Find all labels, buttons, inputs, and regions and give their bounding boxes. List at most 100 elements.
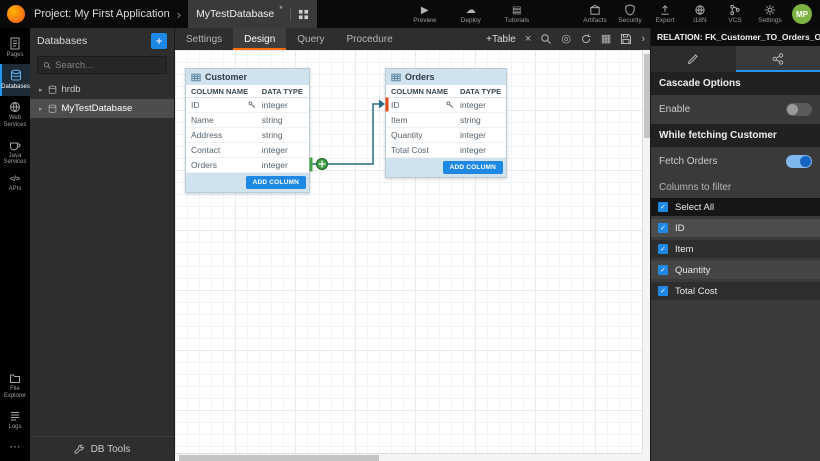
checkbox-icon[interactable]: ✓ <box>658 265 668 275</box>
rail-label: APIs <box>9 186 22 193</box>
file-explorer-folder-icon <box>9 372 21 384</box>
save-icon[interactable] <box>620 33 632 45</box>
design-area: Settings Design Query Procedure +Table ×… <box>175 28 650 461</box>
security-button[interactable]: Security <box>617 4 643 24</box>
chevron-right-icon[interactable]: ▸ <box>39 105 43 113</box>
enable-toggle[interactable] <box>786 103 812 116</box>
refresh-icon[interactable] <box>580 33 592 45</box>
table-row-contact[interactable]: Contact integer <box>186 143 309 158</box>
data-type-header: DATA TYPE <box>458 87 506 96</box>
rail-label: Logs <box>8 424 21 431</box>
grid-view-icon[interactable] <box>298 9 309 20</box>
deploy-icon: ☁ <box>466 5 476 16</box>
export-button[interactable]: Export <box>652 4 678 24</box>
vcs-button[interactable]: VCS <box>722 4 748 24</box>
open-database-tab[interactable]: MyTestDatabase * <box>188 0 317 28</box>
tutorials-button[interactable]: ▤ Tutorials <box>504 5 530 24</box>
more-options-icon[interactable]: ⋯ <box>10 436 21 457</box>
artifacts-icon <box>589 4 601 16</box>
add-database-button[interactable]: + <box>151 33 167 49</box>
scrollbar-corner <box>642 453 650 461</box>
artifacts-button[interactable]: Artifacts <box>582 4 608 24</box>
filter-label: Total Cost <box>675 286 717 297</box>
entity-columns-header: COLUMN NAME DATA TYPE <box>186 85 309 98</box>
i18n-globe-icon <box>694 4 706 16</box>
horizontal-scrollbar[interactable] <box>175 453 642 461</box>
tab-design[interactable]: Design <box>233 28 286 50</box>
chevron-right-icon[interactable]: ▸ <box>39 86 43 94</box>
db-tools-label: DB Tools <box>91 444 131 455</box>
tab-procedure[interactable]: Procedure <box>336 28 404 50</box>
table-row-name[interactable]: Name string <box>186 113 309 128</box>
horizontal-scrollbar-thumb[interactable] <box>179 455 379 461</box>
filter-row-select-all[interactable]: ✓ Select All <box>651 198 820 216</box>
project-label: Project: My First Application <box>34 8 170 20</box>
checkbox-icon[interactable]: ✓ <box>658 223 668 233</box>
table-row-address[interactable]: Address string <box>186 128 309 143</box>
rail-item-java-services[interactable]: Java Services <box>0 134 30 172</box>
tab-settings[interactable]: Settings <box>175 28 233 50</box>
tab-relation[interactable] <box>736 46 820 72</box>
auto-layout-icon[interactable]: ▦ <box>601 34 611 45</box>
checkbox-icon[interactable]: ✓ <box>658 286 668 296</box>
tab-edit-column[interactable] <box>651 46 736 72</box>
add-column-button[interactable]: ADD COLUMN <box>443 161 503 174</box>
database-search[interactable] <box>37 56 167 74</box>
deploy-button[interactable]: ☁ Deploy <box>458 5 484 24</box>
db-tools-button[interactable]: DB Tools <box>30 436 174 461</box>
entity-table-customer[interactable]: Customer COLUMN NAME DATA TYPE ID <box>185 68 310 193</box>
checkbox-icon[interactable]: ✓ <box>658 202 668 212</box>
project-chevron-icon[interactable]: › <box>177 7 181 22</box>
search-input[interactable] <box>55 60 161 71</box>
table-row-item[interactable]: Item string <box>386 113 506 128</box>
wrench-icon <box>74 444 85 455</box>
table-row-id[interactable]: ID integer <box>386 98 506 113</box>
entity-title: Customer <box>205 72 247 82</box>
table-row-total-cost[interactable]: Total Cost integer <box>386 143 506 158</box>
app-logo-icon[interactable] <box>7 5 25 23</box>
rail-item-logs[interactable]: Logs <box>0 405 30 436</box>
add-table-button[interactable]: +Table <box>486 34 516 45</box>
tab-query[interactable]: Query <box>286 28 335 50</box>
zoom-search-icon[interactable] <box>540 33 552 45</box>
i18n-button[interactable]: i18N <box>687 4 713 24</box>
tree-item-hrdb[interactable]: ▸ hrdb <box>30 80 174 99</box>
collapse-panel-icon[interactable]: › <box>641 34 645 45</box>
rail-item-databases[interactable]: Databases <box>0 64 30 96</box>
rail-item-file-explorer[interactable]: File Explorer <box>0 367 30 405</box>
user-avatar[interactable]: MP <box>792 4 812 24</box>
rail-item-apis[interactable]: </> APIs <box>0 171 30 198</box>
topbar-center-actions: ▶ Preview ☁ Deploy ▤ Tutorials <box>412 5 530 24</box>
entity-header[interactable]: Customer <box>186 69 309 85</box>
java-services-icon <box>9 139 21 151</box>
entity-table-orders[interactable]: Orders COLUMN NAME DATA TYPE ID i <box>385 68 507 178</box>
column-name: ID <box>191 100 200 110</box>
column-name-cell: Quantity <box>386 130 458 140</box>
column-name: Name <box>191 115 214 125</box>
primary-key-icon <box>446 101 454 109</box>
close-icon[interactable]: × <box>525 34 531 45</box>
fetch-orders-toggle[interactable] <box>786 155 812 168</box>
pencil-icon <box>687 53 699 65</box>
table-row-id[interactable]: ID integer <box>186 98 309 113</box>
filter-row-id[interactable]: ✓ ID <box>651 219 820 237</box>
filter-row-total-cost[interactable]: ✓ Total Cost <box>651 282 820 300</box>
tree-item-mytestdatabase[interactable]: ▸ MyTestDatabase <box>30 99 174 118</box>
add-column-button[interactable]: ADD COLUMN <box>246 176 306 189</box>
vertical-scrollbar[interactable] <box>642 50 650 453</box>
focus-view-icon[interactable]: ◎ <box>561 34 571 45</box>
filter-label: Item <box>675 244 693 255</box>
table-row-orders[interactable]: Orders integer <box>186 158 309 173</box>
filter-row-quantity[interactable]: ✓ Quantity <box>651 261 820 279</box>
entity-header[interactable]: Orders <box>386 69 506 85</box>
vertical-scrollbar-thumb[interactable] <box>644 54 650 138</box>
checkbox-icon[interactable]: ✓ <box>658 244 668 254</box>
rail-item-web-services[interactable]: Web Services <box>0 96 30 134</box>
settings-button[interactable]: Settings <box>757 4 783 24</box>
design-toolbar: +Table × ◎ ▦ › <box>486 28 650 50</box>
er-diagram-canvas[interactable]: Customer COLUMN NAME DATA TYPE ID <box>175 50 650 461</box>
table-row-quantity[interactable]: Quantity integer <box>386 128 506 143</box>
rail-item-pages[interactable]: Pages <box>0 32 30 64</box>
filter-row-item[interactable]: ✓ Item <box>651 240 820 258</box>
preview-button[interactable]: ▶ Preview <box>412 5 438 24</box>
